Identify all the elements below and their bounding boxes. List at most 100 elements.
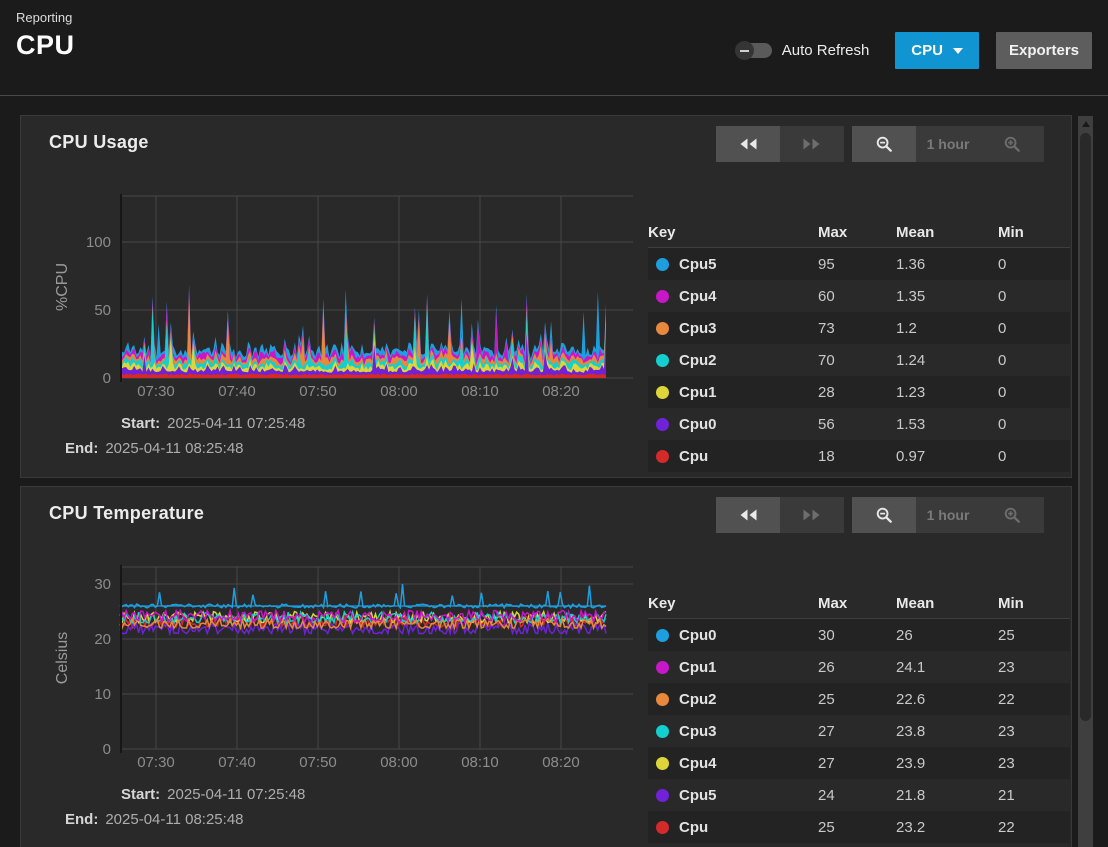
- legend-max-cell: 25: [818, 819, 896, 836]
- legend-row[interactable]: Cpu3731.20: [648, 312, 1070, 344]
- pan-button-group: [716, 497, 844, 533]
- cpu-temperature-panel: CPU Temperature 1 hour: [20, 486, 1072, 847]
- series-color-dot: [656, 757, 669, 770]
- legend-mean-cell: 1.24: [896, 352, 998, 369]
- legend-table: KeyMaxMeanMinCpu5951.360Cpu4601.350Cpu37…: [648, 218, 1070, 472]
- magnifier-plus-icon: [1004, 136, 1021, 153]
- scroll-up-button[interactable]: [1078, 116, 1093, 132]
- double-arrow-right-icon: [802, 138, 822, 150]
- svg-text:10: 10: [94, 686, 111, 703]
- svg-text:07:40: 07:40: [218, 383, 256, 400]
- pan-forward-button[interactable]: [780, 497, 844, 533]
- legend-row[interactable]: Cpu0302625: [648, 619, 1070, 651]
- legend-mean-cell: 23.9: [896, 755, 998, 772]
- legend-row[interactable]: Cpu22522.622: [648, 683, 1070, 715]
- time-range-label: 1 hour: [916, 497, 980, 533]
- header-actions: Auto Refresh CPU Exporters: [736, 32, 1092, 69]
- series-color-dot: [656, 290, 669, 303]
- legend-key-cell: Cpu: [648, 819, 818, 836]
- auto-refresh-toggle[interactable]: [736, 43, 772, 58]
- pan-back-button[interactable]: [716, 126, 780, 162]
- legend-min-cell: 22: [998, 819, 1070, 836]
- legend-min-cell: 22: [998, 691, 1070, 708]
- series-name: Cpu5: [679, 256, 717, 273]
- legend-max-cell: 60: [818, 288, 896, 305]
- legend-key-cell: Cpu0: [648, 416, 818, 433]
- app-header: Reporting CPU Auto Refresh CPU Exporters: [0, 0, 1108, 87]
- zoom-in-button[interactable]: [980, 126, 1044, 162]
- svg-text:07:30: 07:30: [137, 754, 175, 771]
- legend-max-cell: 73: [818, 320, 896, 337]
- start-value: 2025-04-11 07:25:48: [167, 786, 305, 803]
- legend-max-cell: 56: [818, 416, 896, 433]
- legend-mean-cell: 24.1: [896, 659, 998, 676]
- legend-row[interactable]: Cpu2523.222: [648, 811, 1070, 843]
- series-color-dot: [656, 386, 669, 399]
- series-color-dot: [656, 629, 669, 642]
- legend-header-cell: Min: [998, 595, 1070, 612]
- legend-max-cell: 95: [818, 256, 896, 273]
- start-value: 2025-04-11 07:25:48: [167, 415, 305, 432]
- series-color-dot: [656, 821, 669, 834]
- legend-mean-cell: 23.8: [896, 723, 998, 740]
- series-name: Cpu: [679, 448, 708, 465]
- legend-max-cell: 30: [818, 627, 896, 644]
- legend-row[interactable]: Cpu2701.240: [648, 344, 1070, 376]
- end-label: End:: [65, 811, 98, 828]
- cpu-usage-panel: CPU Usage 1 hour 0501: [20, 115, 1072, 478]
- zoom-out-button[interactable]: [852, 126, 916, 162]
- legend-row[interactable]: Cpu0561.530: [648, 408, 1070, 440]
- breadcrumb[interactable]: Reporting: [16, 10, 1092, 25]
- panel-title: CPU Temperature: [49, 503, 204, 524]
- panel-body: 05010007:3007:4007:5008:0008:1008:20%CPU…: [21, 172, 1071, 472]
- legend-min-cell: 25: [998, 627, 1070, 644]
- series-name: Cpu: [679, 819, 708, 836]
- toggle-knob[interactable]: [735, 41, 754, 60]
- legend-key-cell: Cpu3: [648, 723, 818, 740]
- legend-row[interactable]: Cpu1281.230: [648, 376, 1070, 408]
- series-name: Cpu1: [679, 659, 717, 676]
- legend-row[interactable]: Cpu5951.360: [648, 248, 1070, 280]
- legend-header-cell: Mean: [896, 595, 998, 612]
- legend-row[interactable]: Cpu32723.823: [648, 715, 1070, 747]
- zoom-in-button[interactable]: [980, 497, 1044, 533]
- time-range-label: 1 hour: [916, 126, 980, 162]
- panel-body: 010203007:3007:4007:5008:0008:1008:20Cel…: [21, 543, 1071, 843]
- zoom-out-button[interactable]: [852, 497, 916, 533]
- pan-forward-button[interactable]: [780, 126, 844, 162]
- chart-column: 010203007:3007:4007:5008:0008:1008:20Cel…: [21, 559, 648, 843]
- legend-row[interactable]: Cpu52421.821: [648, 779, 1070, 811]
- scrollbar-thumb[interactable]: [1080, 133, 1091, 721]
- start-label: Start:: [121, 415, 160, 432]
- arrow-up-icon: [1082, 121, 1090, 127]
- pan-button-group: [716, 126, 844, 162]
- series-name: Cpu1: [679, 384, 717, 401]
- exporters-button[interactable]: Exporters: [996, 32, 1092, 69]
- legend-min-cell: 0: [998, 384, 1070, 401]
- series-color-dot: [656, 725, 669, 738]
- legend-min-cell: 23: [998, 659, 1070, 676]
- series-color-dot: [656, 258, 669, 271]
- legend-min-cell: 0: [998, 352, 1070, 369]
- panel-header: CPU Usage 1 hour: [21, 116, 1071, 172]
- legend-key-cell: Cpu5: [648, 256, 818, 273]
- magnifier-plus-icon: [1004, 507, 1021, 524]
- legend-mean-cell: 26: [896, 627, 998, 644]
- pan-back-button[interactable]: [716, 497, 780, 533]
- legend-header-row: KeyMaxMeanMin: [648, 589, 1070, 619]
- series-name: Cpu3: [679, 320, 717, 337]
- legend-mean-cell: 0.97: [896, 448, 998, 465]
- series-name: Cpu3: [679, 723, 717, 740]
- legend-mean-cell: 22.6: [896, 691, 998, 708]
- legend-row[interactable]: Cpu12624.123: [648, 651, 1070, 683]
- legend-row[interactable]: Cpu180.970: [648, 440, 1070, 472]
- view-selector-button[interactable]: CPU: [895, 32, 979, 69]
- svg-text:20: 20: [94, 631, 111, 648]
- legend-min-cell: 0: [998, 448, 1070, 465]
- legend-row[interactable]: Cpu4601.350: [648, 280, 1070, 312]
- legend-row[interactable]: Cpu42723.923: [648, 747, 1070, 779]
- vertical-scrollbar[interactable]: [1078, 116, 1093, 847]
- svg-text:08:10: 08:10: [461, 383, 499, 400]
- svg-text:Celsius: Celsius: [54, 632, 71, 684]
- legend-key-cell: Cpu: [648, 448, 818, 465]
